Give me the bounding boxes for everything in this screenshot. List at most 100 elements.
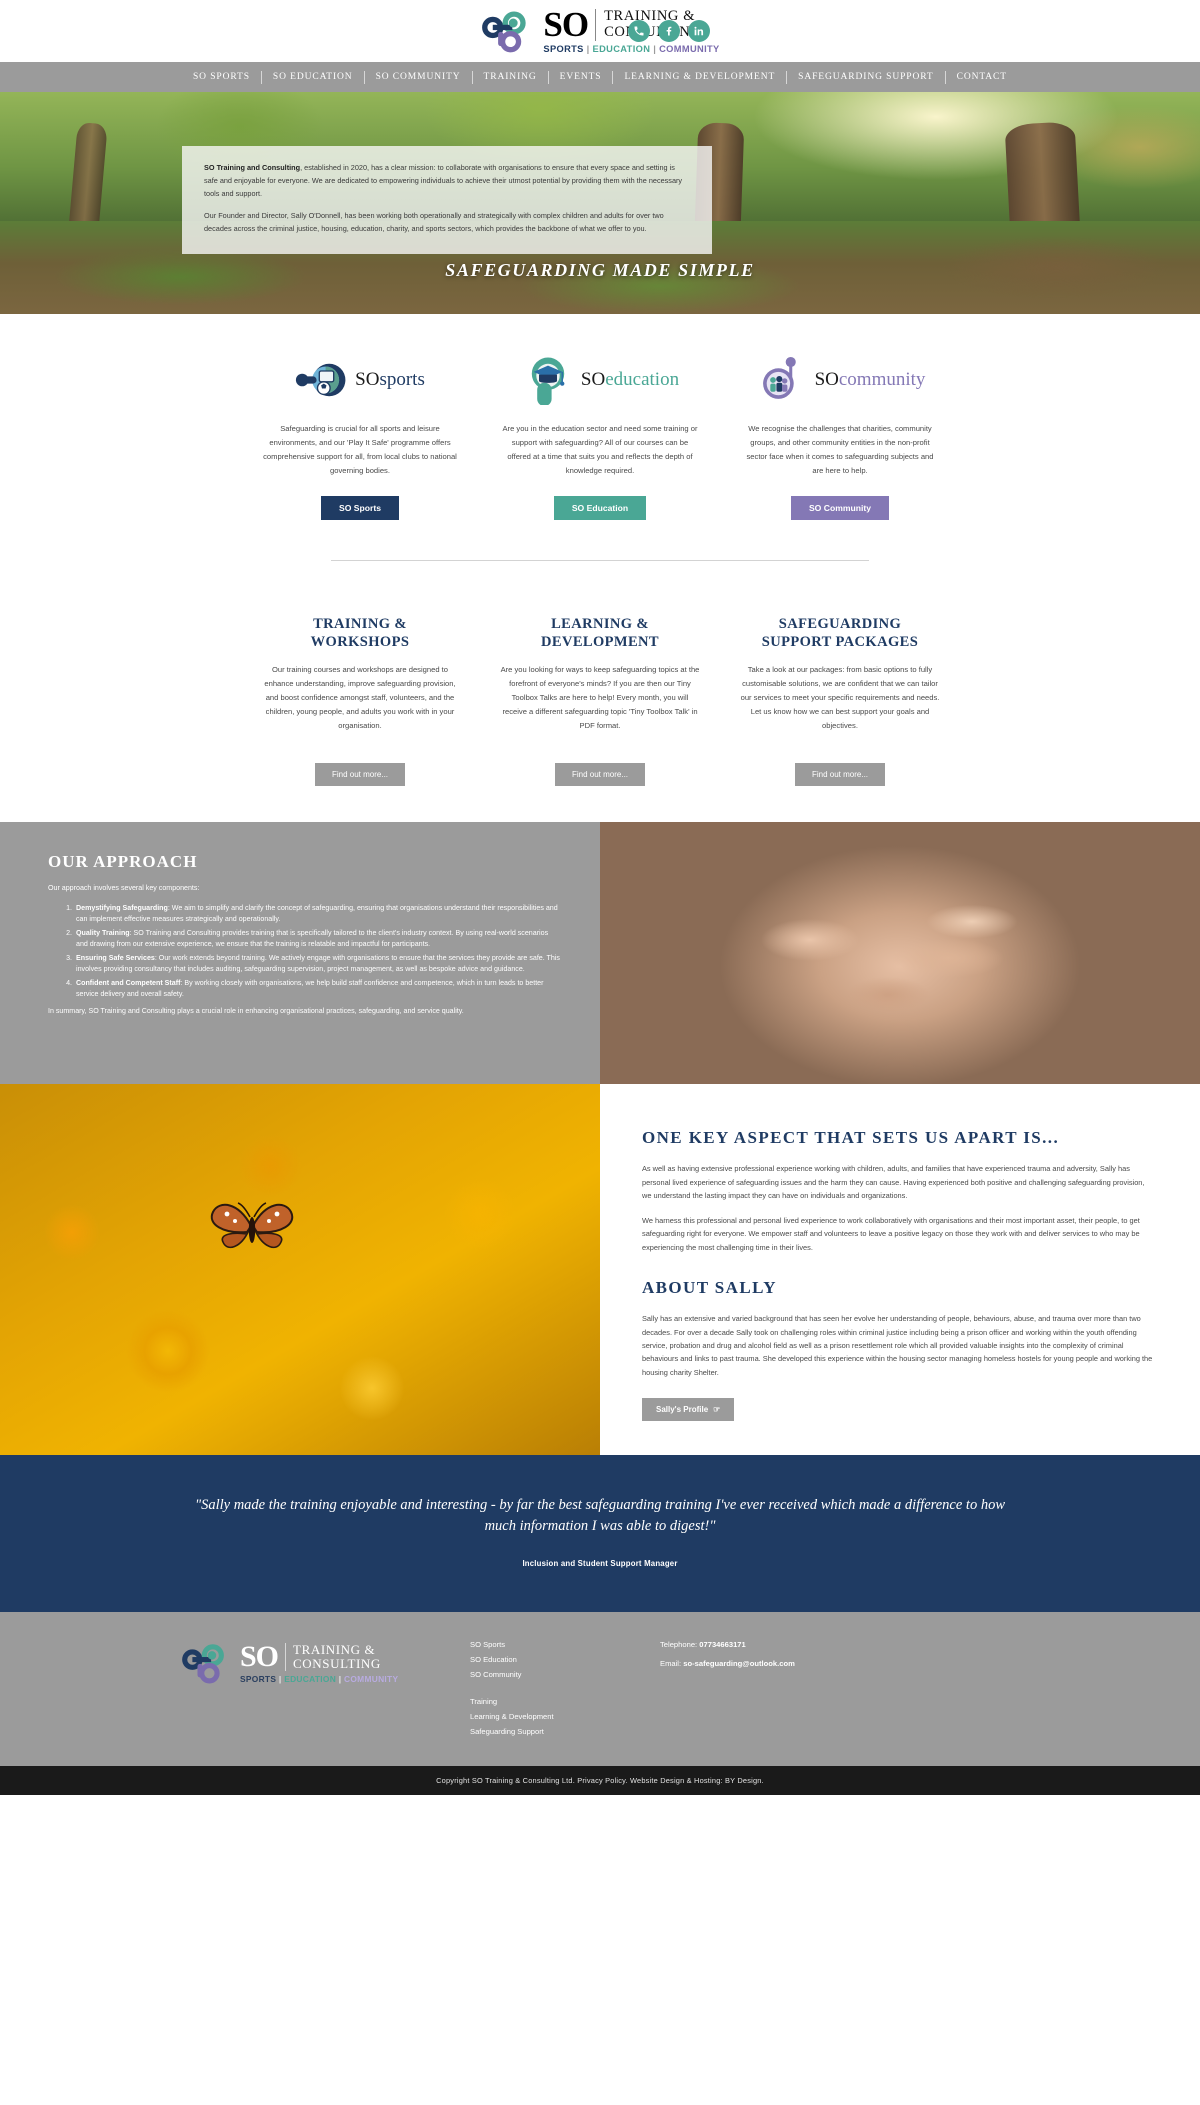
- footer-link-learning-development[interactable]: Learning & Development: [470, 1712, 660, 1721]
- approach-lead: Our approach involves several key compon…: [48, 884, 200, 893]
- so-knot-logo-icon: [482, 11, 527, 53]
- site-footer: SO TRAINING & CONSULTING SPORTS | EDUCATI…: [0, 1612, 1200, 1767]
- offerings-row: TRAINING & WORKSHOPS Our training courses…: [240, 615, 960, 787]
- so-education-wordmark: SOeducation: [580, 369, 680, 390]
- footer-contact: Telephone: 07734663171 Email: so-safegua…: [660, 1640, 1030, 1678]
- nav-divider: [547, 70, 549, 84]
- offering-description: Take a look at our packages: from basic …: [740, 665, 940, 731]
- so-knot-logo-icon: [182, 1644, 224, 1684]
- nav-item-so-community[interactable]: SO COMMUNITY: [365, 72, 472, 82]
- services-section: SOsports Safeguarding is crucial for all…: [0, 314, 1200, 587]
- footer-link-safeguarding-support[interactable]: Safeguarding Support: [470, 1727, 660, 1736]
- so-sports-button[interactable]: SO Sports: [320, 496, 400, 520]
- butterfly-icon: [210, 1202, 294, 1249]
- nav-divider: [260, 70, 262, 84]
- about-sally-heading: ABOUT SALLY: [642, 1278, 777, 1298]
- approach-list: Demystifying Safeguarding: We aim to sim…: [74, 903, 560, 1001]
- so-community-button[interactable]: SO Community: [790, 496, 890, 520]
- nav-divider: [471, 70, 473, 84]
- hero-paragraph-2: Our Founder and Director, Sally O'Donnel…: [204, 211, 664, 234]
- footer-link-so-sports[interactable]: SO Sports: [470, 1640, 660, 1649]
- approach-list-item: Confident and Competent Staff: By workin…: [74, 978, 560, 1001]
- training-find-out-more-button[interactable]: Find out more...: [314, 763, 406, 787]
- nav-item-events[interactable]: EVENTS: [549, 72, 613, 82]
- learning-find-out-more-button[interactable]: Find out more...: [554, 763, 646, 787]
- approach-list-item: Quality Training: SO Training and Consul…: [74, 928, 560, 951]
- offering-card-training-workshops: TRAINING & WORKSHOPS Our training courses…: [240, 615, 480, 787]
- section-divider: [331, 560, 869, 561]
- so-sports-logo: SOsports: [248, 352, 472, 408]
- footer-email: Email: so-safeguarding@outlook.com: [660, 1659, 795, 1669]
- brand-so-text: SO: [543, 5, 589, 45]
- sally-paragraph-1: As well as having extensive professional…: [642, 1164, 1145, 1201]
- footer-link-so-community[interactable]: SO Community: [470, 1670, 660, 1679]
- footer-content: SO TRAINING & CONSULTING SPORTS | EDUCATI…: [170, 1640, 1030, 1736]
- nav-item-so-sports[interactable]: SO SPORTS: [182, 72, 261, 82]
- offering-heading: TRAINING & WORKSHOPS: [310, 616, 410, 651]
- offering-card-safeguarding-packages: SAFEGUARDING SUPPORT PACKAGES Take a look…: [720, 615, 960, 787]
- offering-heading: SAFEGUARDING SUPPORT PACKAGES: [761, 616, 919, 651]
- nav-divider: [612, 70, 614, 84]
- nav-item-safeguarding-support[interactable]: SAFEGUARDING SUPPORT: [787, 72, 944, 82]
- offerings-section: TRAINING & WORKSHOPS Our training courses…: [0, 587, 1200, 823]
- footer-email-value[interactable]: so-safeguarding@outlook.com: [683, 1659, 795, 1668]
- footer-link-so-education[interactable]: SO Education: [470, 1655, 660, 1664]
- safeguarding-find-out-more-button[interactable]: Find out more...: [794, 763, 886, 787]
- sally-paragraph-3: Sally has an extensive and varied backgr…: [642, 1314, 1153, 1377]
- footer-telephone-value[interactable]: 07734663171: [699, 1640, 745, 1649]
- testimonial-quote: "Sally made the training enjoyable and i…: [195, 1497, 1005, 1535]
- footer-links-spacer: [470, 1685, 660, 1691]
- footer-links: SO Sports SO Education SO Community Trai…: [470, 1640, 660, 1736]
- sports-badge-icon: [296, 363, 346, 397]
- offering-description: Are you looking for ways to keep safegua…: [500, 665, 700, 731]
- pointing-hand-icon: ☞: [713, 1405, 721, 1415]
- approach-content: OUR APPROACH Our approach involves sever…: [0, 822, 600, 1085]
- phone-icon[interactable]: [628, 20, 650, 42]
- footer-telephone: Telephone: 07734663171: [660, 1640, 746, 1650]
- nav-item-so-education[interactable]: SO EDUCATION: [262, 72, 364, 82]
- social-links: [628, 20, 710, 42]
- sally-content: ONE KEY ASPECT THAT SETS US APART IS... …: [600, 1084, 1200, 1456]
- sallys-profile-label: Sally's Profile: [656, 1405, 709, 1415]
- so-education-button[interactable]: SO Education: [553, 496, 647, 520]
- linkedin-icon[interactable]: [688, 20, 710, 42]
- hands-together-photo: [600, 822, 1200, 1085]
- hero-section: SO Training and Consulting, established …: [0, 92, 1200, 314]
- footer-link-training[interactable]: Training: [470, 1697, 660, 1706]
- sallys-profile-button[interactable]: Sally's Profile ☞: [642, 1398, 735, 1422]
- so-community-logo: SOcommunity: [728, 352, 952, 408]
- hero-tagline: SAFEGUARDING MADE SIMPLE: [445, 260, 755, 280]
- copyright-bar: Copyright SO Training & Consulting Ltd. …: [0, 1766, 1200, 1796]
- so-community-wordmark: SOcommunity: [814, 369, 926, 390]
- facebook-icon[interactable]: [658, 20, 680, 42]
- testimonial-attribution: Inclusion and Student Support Manager: [522, 1559, 678, 1569]
- nav-item-contact[interactable]: CONTACT: [946, 72, 1018, 82]
- footer-brand-so-text: SO: [240, 1640, 279, 1674]
- sally-paragraph-2: We harness this professional and persona…: [642, 1215, 1140, 1252]
- footer-brand-logo[interactable]: SO TRAINING & CONSULTING SPORTS | EDUCATI…: [170, 1640, 470, 1686]
- butterfly-flowers-photo: [0, 1084, 600, 1456]
- nav-divider: [786, 70, 788, 84]
- site-header: SO TRAINING & CONSULTING SPORTS | EDUCATI…: [0, 0, 1200, 62]
- service-card-so-sports: SOsports Safeguarding is crucial for all…: [240, 352, 480, 520]
- nav-items: SO SPORTS SO EDUCATION SO COMMUNITY TRAI…: [182, 70, 1018, 84]
- nav-item-training[interactable]: TRAINING: [473, 72, 548, 82]
- approach-list-item: Demystifying Safeguarding: We aim to sim…: [74, 903, 560, 926]
- nav-divider: [363, 70, 365, 84]
- approach-list-item: Ensuring Safe Services: Our work extends…: [74, 953, 560, 976]
- testimonial-section: "Sally made the training enjoyable and i…: [0, 1455, 1200, 1613]
- nav-item-learning-development[interactable]: LEARNING & DEVELOPMENT: [613, 72, 786, 82]
- offering-heading: LEARNING & DEVELOPMENT: [541, 616, 659, 651]
- offering-description: Our training courses and workshops are d…: [264, 665, 456, 731]
- service-description: We recognise the challenges that chariti…: [746, 424, 934, 476]
- nav-divider: [944, 70, 946, 84]
- offering-card-learning-development: LEARNING & DEVELOPMENT Are you looking fo…: [480, 615, 720, 787]
- service-card-so-community: SOcommunity We recognise the challenges …: [720, 352, 960, 520]
- about-section: ONE KEY ASPECT THAT SETS US APART IS... …: [0, 1084, 1200, 1456]
- service-description: Are you in the education sector and need…: [502, 424, 698, 476]
- so-education-logo: SOeducation: [488, 352, 712, 408]
- approach-title: OUR APPROACH: [48, 852, 198, 872]
- service-description: Safeguarding is crucial for all sports a…: [263, 424, 457, 476]
- community-badge-icon: [762, 356, 796, 399]
- footer-brand-tagline: SPORTS | EDUCATION | COMMUNITY: [240, 1673, 399, 1684]
